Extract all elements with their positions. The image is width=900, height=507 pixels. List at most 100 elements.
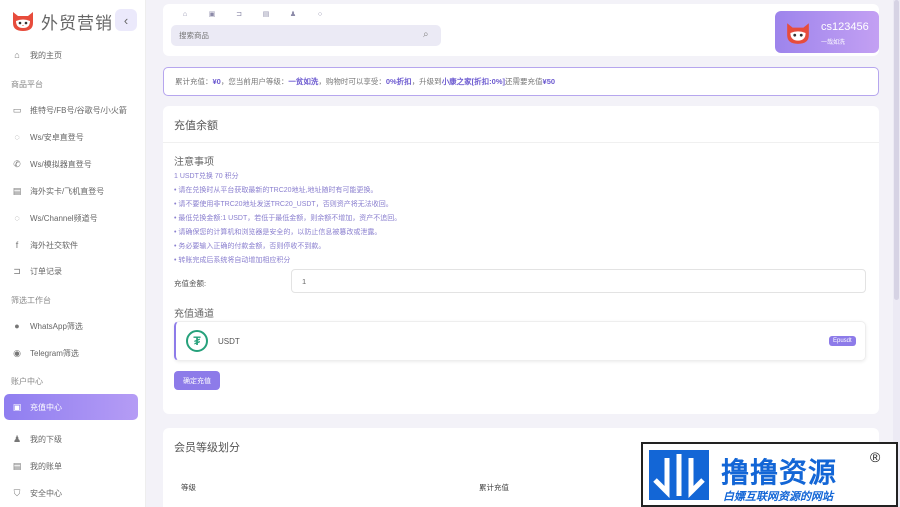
user-card[interactable]: cs123456 一哉如洗 [775,11,879,53]
amount-input[interactable] [291,269,866,293]
whatsapp-icon: ◌ [14,132,20,142]
sidebar-item-whatsapp-filter[interactable]: ● WhatsApp筛选 [4,313,138,339]
channel-badge: Epusdt [829,336,856,346]
cart-icon: ⊐ [13,265,21,276]
sidebar-item-label: 充值中心 [30,402,62,412]
sidebar-item-label: Telegram筛选 [30,348,79,358]
notice-need: ¥50 [542,77,556,86]
brand-title: 外贸营销 [41,13,113,33]
cart-icon[interactable]: ⊐ [235,10,243,18]
user-icon[interactable]: ♟ [289,10,297,18]
shield-icon: ⛉ [13,487,21,498]
home-icon[interactable]: ⌂ [181,10,189,18]
sidebar-collapse-button[interactable]: ‹ [115,9,137,31]
whatsapp-icon: ● [14,321,20,331]
notice-level-text: ，您当前用户等级： [220,77,289,86]
channel-option-usdt[interactable]: ₮ USDT Epusdt [174,321,866,361]
registered-icon: ® [870,449,881,465]
sidebar-item-label: Ws/安卓直登号 [30,132,84,142]
sidebar-item-label: 推特号/FB号/谷歌号/小火箭 [30,105,127,115]
search-icon[interactable]: ⌕ [423,29,429,40]
recharge-notice: 累计充值： ¥0 ，您当前用户等级： 一贫如洗 ，购物时可以享受： 0%折扣 ，升级到… [163,67,879,96]
sidebar-item-sim-accounts[interactable]: ▤ 海外实卡/飞机直登号 [4,178,138,204]
notes-title: 注意事项 [174,157,214,168]
sidebar-item-telegram-filter[interactable]: ◉ Telegram筛选 [4,340,138,366]
sidebar-item-orders[interactable]: ⊐ 订单记录 [4,258,138,284]
facebook-icon: f [15,240,19,250]
divider [163,142,879,143]
notice-discount-text: ，购物时可以享受： [318,77,386,86]
search-input[interactable] [171,25,441,46]
notice-upgrade-text: ，升级到 [411,77,442,86]
sidebar-item-home[interactable]: ⌂ 我的主页 [4,42,138,68]
sidebar-section-filter: 筛选工作台 [11,296,51,305]
cat-logo-icon [13,12,33,31]
recharge-title: 充值余额 [174,120,218,132]
confirm-recharge-button[interactable]: 确定充值 [174,371,220,390]
document-icon[interactable]: ▤ [262,10,270,18]
note-line: • 转账完成后系统将自动增加相应积分 [174,257,291,264]
notice-discount: 0%折扣 [385,77,412,86]
sidebar-item-bills[interactable]: ▤ 我的账单 [4,453,138,479]
recharge-card: 充值余额 注意事项 1 USDT兑换 70 积分 • 请在兑换时从平台获取最新的… [163,106,879,414]
sidebar-section-account: 账户中心 [11,377,43,386]
sidebar-item-security[interactable]: ⛉ 安全中心 [4,480,138,506]
telegram-icon: ◉ [13,347,21,358]
note-line: • 请确保您的计算机和浏览器是安全的，以防止信息被篡改或泄露。 [174,229,382,236]
phone-icon: ✆ [13,158,21,169]
sidebar-item-subordinates[interactable]: ♟ 我的下级 [4,426,138,452]
sidebar: 外贸营销 ‹ ⌂ 我的主页 商品平台 ▭ 推特号/FB号/谷歌号/小火箭 ◌ W… [0,0,146,507]
notice-total: ¥0 [212,77,221,86]
column-header-level: 等级 [181,483,196,492]
notice-level: 一贫如洗 [288,77,319,86]
header-shortcuts: ⌂ ▣ ⊐ ▤ ♟ ○ [181,10,324,19]
chevron-left-icon: ‹ [123,12,129,28]
note-line: 1 USDT兑换 70 积分 [174,173,239,180]
sidebar-item-ws-channel[interactable]: ◌ Ws/Channel频道号 [4,205,138,231]
sidebar-item-label: 海外社交软件 [30,240,78,250]
message-icon: ▭ [12,104,22,115]
users-icon: ♟ [12,433,22,444]
notice-prefix: 累计充值： [175,77,213,86]
notice-need-text: 还需要充值 [505,77,543,86]
column-header-total-recharge: 累计充值 [479,483,509,492]
watermark-slogan: 白嫖互联网资源的网站 [723,491,833,503]
header: ⌂ ▣ ⊐ ▤ ♟ ○ ⌕ cs123456 一哉如洗 [163,4,879,56]
note-line: • 最低兑换金额:1 USDT，若低于最低金额，则余额不增加，资产不追回。 [174,215,402,222]
sidebar-item-ws-android[interactable]: ◌ Ws/安卓直登号 [4,124,138,150]
sidebar-item-label: Ws/模拟器直登号 [30,159,92,169]
note-line: • 请在兑换时从平台获取最新的TRC20地址,地址随时有可能更换。 [174,187,378,194]
sidebar-item-label: 我的下级 [30,434,62,444]
whatsapp-icon: ◌ [14,213,20,223]
sidebar-item-label: 海外实卡/飞机直登号 [30,186,105,196]
bill-icon: ▤ [12,460,22,471]
avatar [787,23,809,44]
levels-title: 会员等级划分 [174,442,240,454]
home-icon: ⌂ [14,50,20,60]
settings-icon[interactable]: ○ [316,10,324,18]
sidebar-item-recharge[interactable]: ▣ 充值中心 [4,394,138,420]
sidebar-item-label: Ws/Channel频道号 [30,213,98,223]
sidebar-item-label: 我的主页 [30,50,62,60]
page-scrollbar[interactable] [893,0,900,507]
sidebar-item-social-software[interactable]: f 海外社交软件 [4,232,138,258]
watermark: 撸撸资源 ® 白嫖互联网资源的网站 [641,442,898,507]
note-line: • 请不要使用非TRC20地址发送TRC20_USDT，否则资产将无法收回。 [174,201,393,208]
tether-icon: ₮ [186,330,208,352]
sidebar-item-label: 安全中心 [30,488,62,498]
scrollbar-thumb[interactable] [894,0,899,300]
notice-next-level: 小康之家[折扣:0%] [441,77,506,86]
watermark-title: 撸撸资源 [721,457,838,488]
sidebar-item-ws-emulator[interactable]: ✆ Ws/模拟器直登号 [4,151,138,177]
sidebar-item-label: 我的账单 [30,461,62,471]
document-icon: ▤ [12,185,22,196]
amount-label: 充值金额: [174,279,207,288]
store-icon[interactable]: ▣ [208,10,216,18]
sidebar-item-social-accounts[interactable]: ▭ 推特号/FB号/谷歌号/小火箭 [4,97,138,123]
username: cs123456 [821,21,869,33]
wallet-icon: ▣ [12,401,22,412]
sidebar-item-label: 订单记录 [30,266,62,276]
note-line: • 务必要输入正确的付款金额，否则停收不到款。 [174,243,326,250]
sidebar-section-products: 商品平台 [11,80,43,89]
channel-name: USDT [218,337,240,346]
